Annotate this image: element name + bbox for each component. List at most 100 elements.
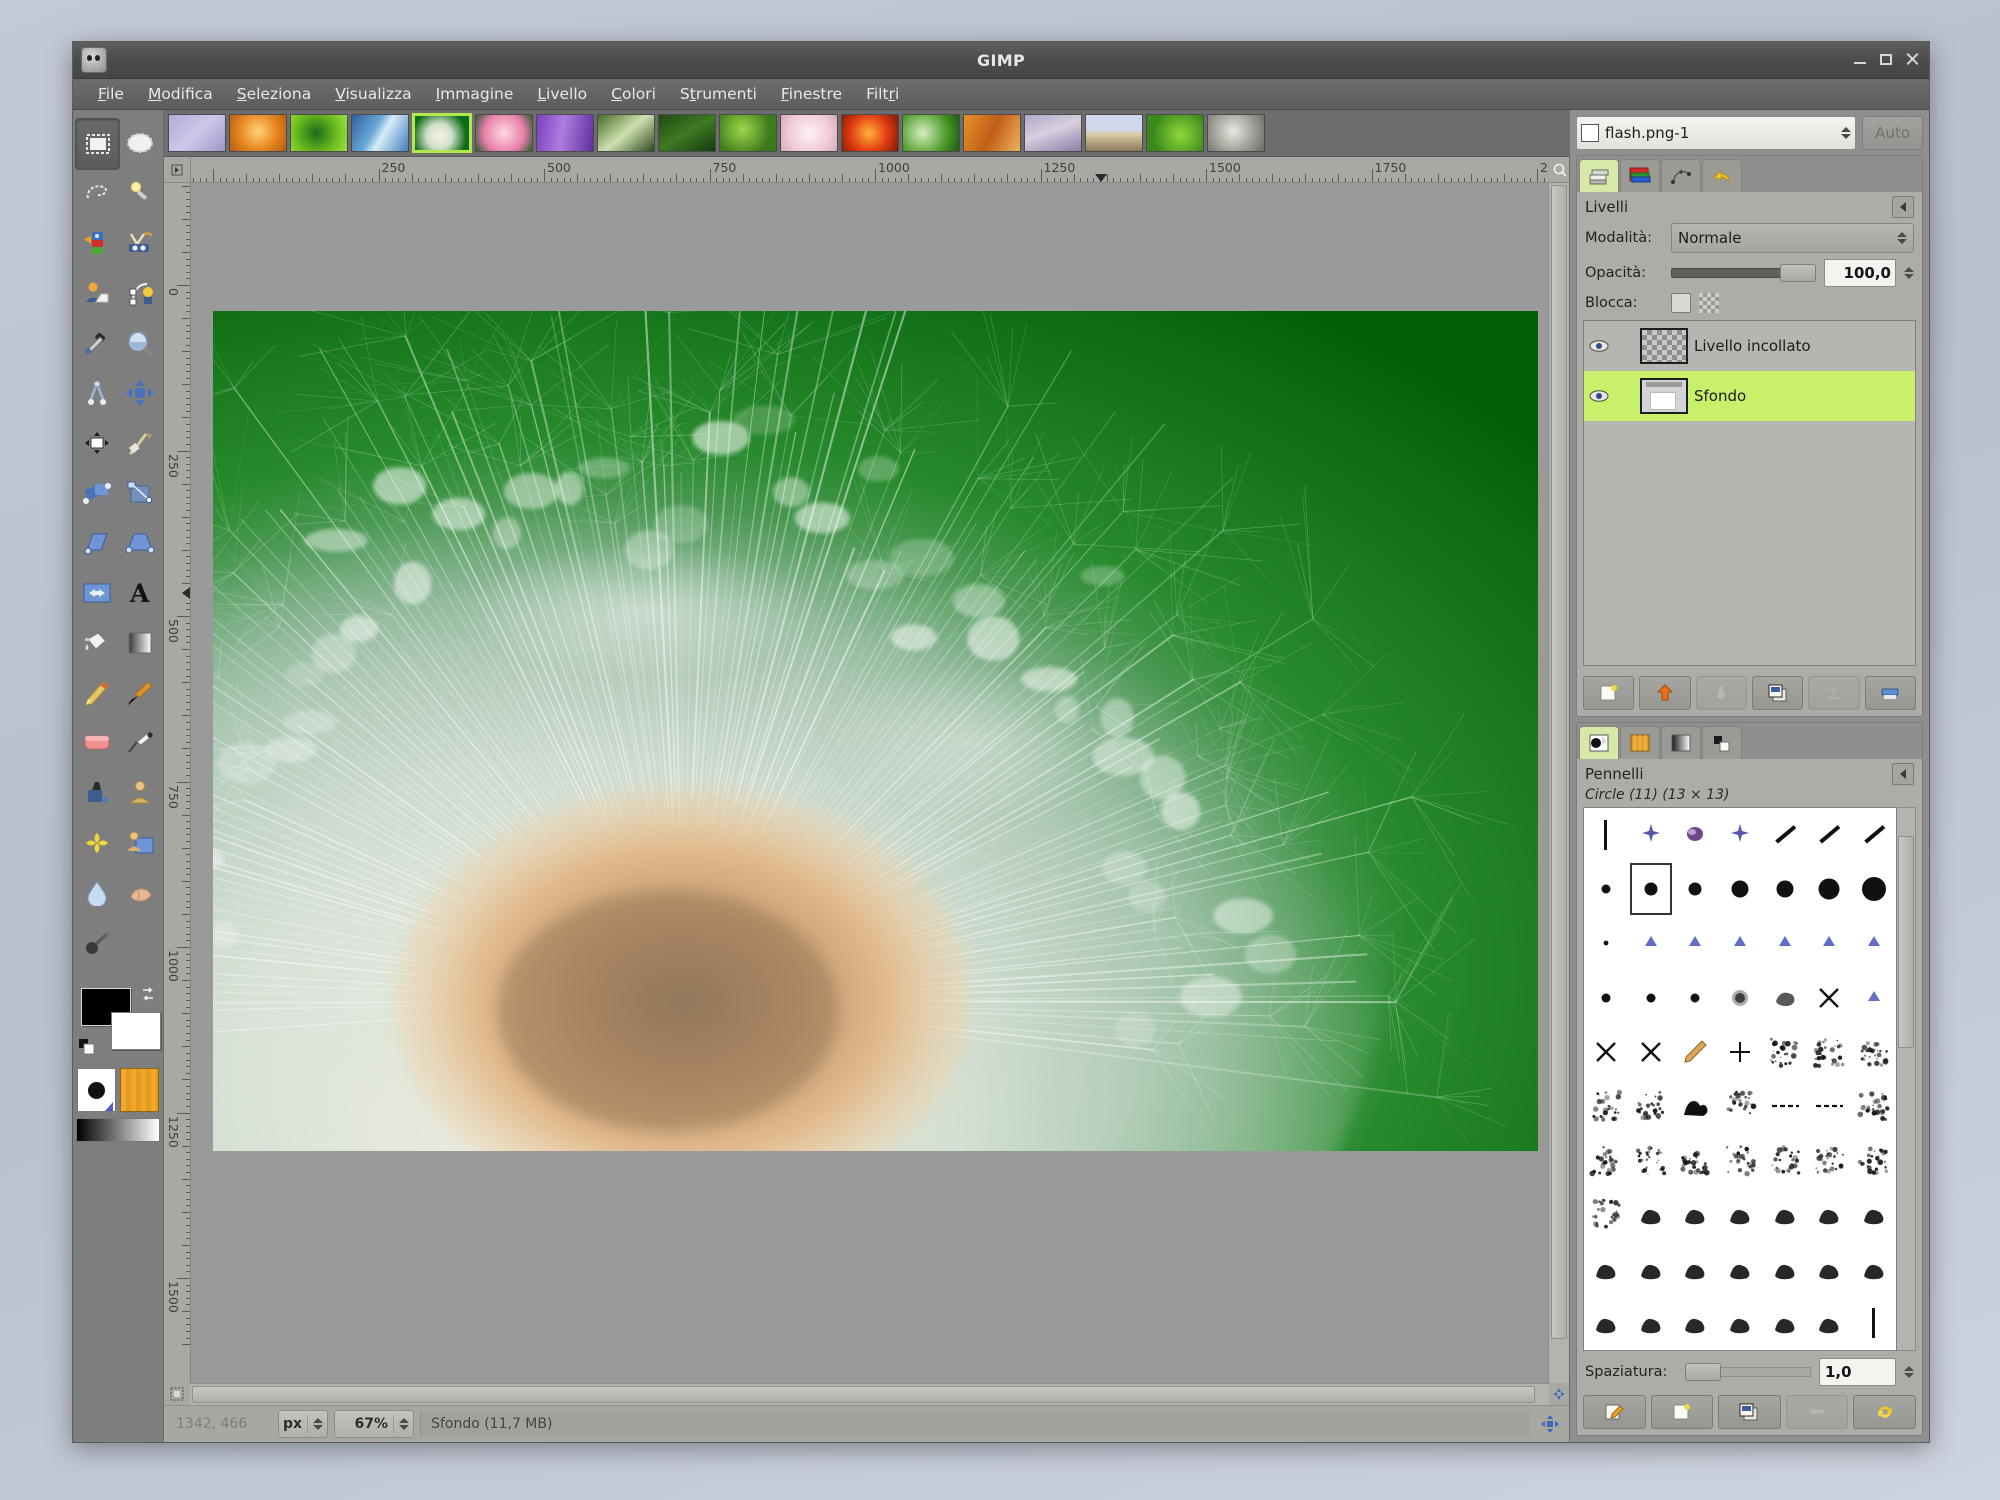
vertical-scrollbar[interactable] <box>1548 183 1569 1383</box>
maximize-icon[interactable] <box>1877 50 1895 68</box>
brush-item[interactable] <box>1673 971 1718 1025</box>
brush-item[interactable] <box>1718 808 1763 862</box>
foreground-select-tool[interactable] <box>75 268 118 318</box>
brush-item[interactable] <box>1762 971 1807 1025</box>
brush-item[interactable] <box>1851 916 1896 970</box>
brush-item[interactable] <box>1629 916 1674 970</box>
brush-item[interactable] <box>1584 1296 1629 1350</box>
thumbnail-item[interactable] <box>597 114 655 152</box>
brush-item[interactable] <box>1718 1133 1763 1187</box>
brush-item[interactable] <box>1718 1025 1763 1079</box>
brush-item[interactable] <box>1718 862 1763 916</box>
menu-strumenti[interactable]: Strumenti <box>669 81 768 107</box>
thumbnail-item[interactable] <box>658 114 716 152</box>
opacity-slider-knob[interactable] <box>1780 264 1816 282</box>
background-color-swatch[interactable] <box>111 1012 161 1050</box>
ellipse-select-tool[interactable] <box>118 118 161 168</box>
thumbnail-item[interactable] <box>780 114 838 152</box>
gradients-tab[interactable] <box>1661 726 1701 759</box>
unit-selector[interactable]: px <box>278 1410 328 1438</box>
move-handle-icon[interactable] <box>1537 1415 1563 1433</box>
layer-row-selected[interactable]: Sfondo <box>1584 371 1915 421</box>
brush-item[interactable] <box>1718 971 1763 1025</box>
clone-tool[interactable] <box>118 768 161 818</box>
brush-item[interactable] <box>1851 1133 1896 1187</box>
brush-indicator[interactable] <box>77 1068 116 1112</box>
raise-layer-button[interactable] <box>1639 676 1690 710</box>
brush-scrollbar-thumb[interactable] <box>1898 836 1914 1048</box>
thumbnail-item[interactable] <box>229 114 287 152</box>
brush-item[interactable] <box>1584 1242 1629 1296</box>
brush-item[interactable] <box>1718 1079 1763 1133</box>
thumbnail-item[interactable] <box>536 114 594 152</box>
reset-colors-icon[interactable] <box>78 1038 96 1056</box>
spacing-spinner-icon[interactable] <box>1904 1366 1914 1378</box>
airbrush-tool[interactable] <box>118 718 161 768</box>
dodge-burn-tool[interactable] <box>75 918 118 968</box>
duplicate-brush-button[interactable] <box>1718 1395 1781 1429</box>
thumbnail-item[interactable] <box>1207 114 1265 152</box>
zoom-spinner-icon[interactable] <box>399 1418 409 1430</box>
rect-select-tool[interactable] <box>75 118 120 170</box>
channels-tab[interactable] <box>1620 159 1660 192</box>
minimize-icon[interactable] <box>1851 50 1869 68</box>
color-picker-tool[interactable] <box>75 318 118 368</box>
brush-item[interactable] <box>1673 1133 1718 1187</box>
heal-tool[interactable] <box>75 818 118 868</box>
edit-brush-button[interactable] <box>1583 1395 1646 1429</box>
brush-item[interactable] <box>1807 1079 1852 1133</box>
brush-item[interactable] <box>1629 1242 1674 1296</box>
layer-row[interactable]: Livello incollato <box>1584 321 1915 371</box>
brush-item[interactable] <box>1629 971 1674 1025</box>
horizontal-ruler[interactable]: 250 500 750 1000 1250 1500 1750 2000 <box>191 157 1549 183</box>
brush-item[interactable] <box>1851 1025 1896 1079</box>
brush-item[interactable] <box>1584 862 1629 916</box>
vertical-ruler[interactable]: 0 250 500 750 1000 1250 1500 <box>164 183 191 1383</box>
brush-item[interactable] <box>1584 971 1629 1025</box>
undo-history-tab[interactable] <box>1702 159 1742 192</box>
brush-item[interactable] <box>1673 1296 1718 1350</box>
brush-grid-scrollbar[interactable] <box>1897 807 1916 1351</box>
rotate-tool[interactable] <box>75 468 118 518</box>
auto-button[interactable]: Auto <box>1862 116 1923 150</box>
thumbnail-item-selected[interactable] <box>412 113 472 153</box>
brush-item[interactable] <box>1762 1025 1807 1079</box>
refresh-brushes-button[interactable] <box>1853 1395 1916 1429</box>
thumbnail-item[interactable] <box>841 114 899 152</box>
move-tool[interactable] <box>118 368 161 418</box>
brush-item[interactable] <box>1851 1079 1896 1133</box>
brush-item[interactable] <box>1673 916 1718 970</box>
lower-layer-button[interactable] <box>1696 676 1747 710</box>
brush-item[interactable] <box>1762 808 1807 862</box>
shear-tool[interactable] <box>75 518 118 568</box>
perspective-clone-tool[interactable] <box>118 818 161 868</box>
canvas-viewport[interactable] <box>191 183 1548 1383</box>
close-icon[interactable] <box>1903 50 1921 68</box>
layers-panel-menu-button[interactable] <box>1892 196 1914 218</box>
gradient-tool[interactable] <box>118 618 161 668</box>
brush-item[interactable] <box>1762 1079 1807 1133</box>
delete-layer-button[interactable] <box>1865 676 1916 710</box>
layer-opacity-slider[interactable] <box>1671 266 1816 280</box>
scissors-select-tool[interactable] <box>118 218 161 268</box>
brush-spacing-slider[interactable] <box>1685 1365 1811 1379</box>
menu-modifica[interactable]: Modifica <box>137 81 224 107</box>
layer-visibility-icon[interactable] <box>1588 389 1610 403</box>
paths-tab[interactable] <box>1661 159 1701 192</box>
image-selector-spinner-icon[interactable] <box>1841 127 1851 139</box>
brush-item[interactable] <box>1673 1025 1718 1079</box>
brush-item[interactable] <box>1807 862 1852 916</box>
smudge-tool[interactable] <box>118 868 161 918</box>
brush-item[interactable] <box>1584 1133 1629 1187</box>
menu-immagine[interactable]: Immagine <box>425 81 525 107</box>
brush-item[interactable] <box>1718 1187 1763 1241</box>
brush-item[interactable] <box>1584 916 1629 970</box>
thumbnail-item[interactable] <box>1024 114 1082 152</box>
ruler-zoom-corner[interactable] <box>1549 157 1569 183</box>
menu-colori[interactable]: Colori <box>600 81 667 107</box>
brush-item[interactable] <box>1629 1025 1674 1079</box>
brush-item[interactable] <box>1673 808 1718 862</box>
brush-item[interactable] <box>1584 1187 1629 1241</box>
layer-mode-spinner-icon[interactable] <box>1897 232 1907 244</box>
brush-item[interactable] <box>1807 1133 1852 1187</box>
